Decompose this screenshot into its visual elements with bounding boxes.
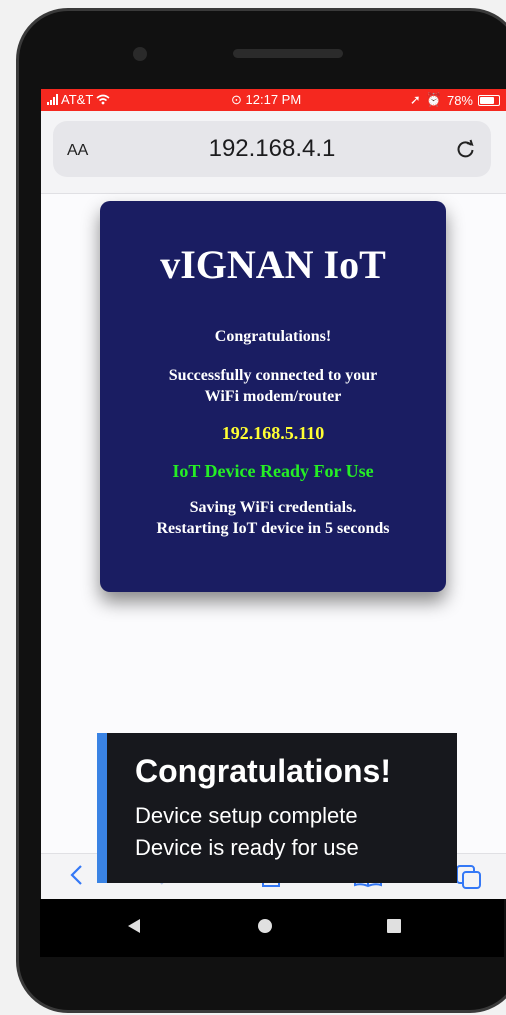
- card-title: vIGNAN IoT: [160, 242, 386, 287]
- status-left: AT&T: [47, 92, 110, 107]
- status-time: 12:17 PM: [245, 92, 302, 107]
- device-ip-address: 192.168.5.110: [221, 423, 325, 443]
- wifi-icon: [96, 94, 110, 105]
- card-saving-message: Saving WiFi credentials. Restarting IoT …: [100, 497, 446, 539]
- recording-icon: ⊙: [231, 92, 242, 107]
- battery-percent: 78%: [446, 92, 473, 108]
- front-camera: [133, 47, 147, 61]
- caption-overlay: Congratulations! Device setup complete D…: [97, 733, 457, 883]
- earpiece-speaker: [233, 49, 343, 58]
- connected-line-1: Successfully connected to your: [168, 367, 378, 384]
- card-congrats: Congratulations!: [214, 328, 332, 345]
- connected-line-2: WiFi modem/router: [204, 388, 342, 405]
- reload-icon[interactable]: [455, 138, 477, 160]
- saving-line-1: Saving WiFi credentials.: [189, 499, 357, 516]
- carrier-label: AT&T: [61, 92, 94, 107]
- status-right: ➚ ⏰ 78%: [410, 92, 500, 108]
- status-card: vIGNAN IoT Congratulations! Successfully…: [100, 201, 446, 592]
- device-ready-message: IoT Device Ready For Use: [172, 461, 374, 481]
- battery-icon: [478, 94, 500, 106]
- nav-recents-icon[interactable]: [387, 919, 401, 933]
- saving-line-2: Restarting IoT device in 5 seconds: [156, 520, 390, 537]
- nav-home-icon[interactable]: [258, 919, 272, 933]
- browser-toolbar: AA 192.168.4.1: [41, 111, 506, 194]
- nav-back-icon[interactable]: [128, 919, 140, 933]
- signal-icon: [47, 94, 58, 105]
- overlay-line-1: Device setup complete: [135, 803, 358, 828]
- alarm-icon: ⏰: [425, 92, 442, 107]
- location-icon: ➚: [409, 92, 421, 107]
- card-connected-message: Successfully connected to your WiFi mode…: [100, 365, 446, 407]
- status-center: ⊙ 12:17 PM: [231, 92, 301, 108]
- address-bar[interactable]: AA 192.168.4.1: [53, 121, 491, 177]
- tabs-icon[interactable]: [455, 864, 483, 890]
- overlay-heading: Congratulations!: [135, 753, 391, 789]
- overlay-accent-bar: [97, 733, 107, 883]
- chevron-left-icon[interactable]: [69, 864, 83, 886]
- overlay-line-2: Device is ready for use: [135, 835, 359, 860]
- url-text[interactable]: 192.168.4.1: [53, 135, 491, 163]
- android-nav-bar: [40, 899, 504, 957]
- status-bar: AT&T ⊙ 12:17 PM ➚ ⏰ 78%: [41, 89, 506, 111]
